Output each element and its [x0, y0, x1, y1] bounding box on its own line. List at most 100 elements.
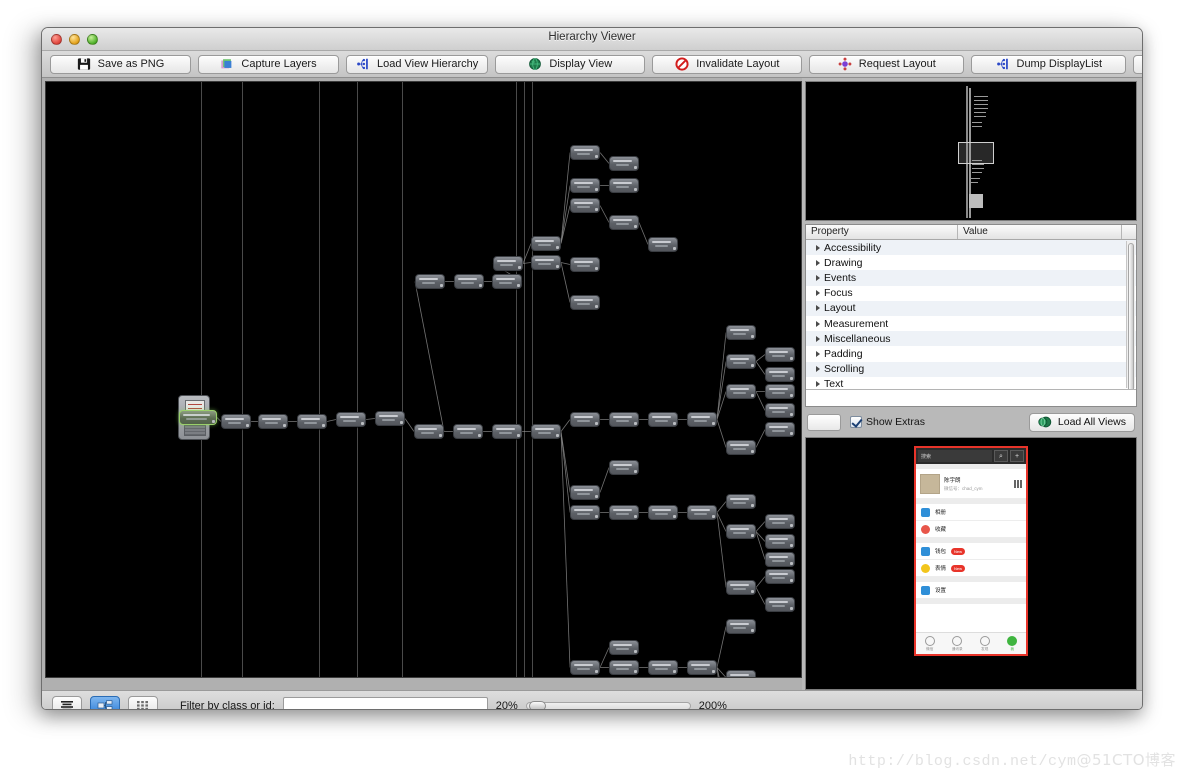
tree-node[interactable] — [726, 494, 756, 509]
tree-node[interactable] — [570, 198, 600, 213]
tree-node[interactable] — [726, 524, 756, 539]
property-row[interactable]: Drawing — [806, 255, 1136, 271]
tree-node[interactable] — [765, 347, 795, 362]
chevron-right-icon[interactable] — [816, 350, 820, 357]
view-hierarchy-canvas[interactable] — [45, 81, 802, 678]
tree-node[interactable] — [531, 236, 561, 251]
property-row[interactable]: Measurement — [806, 315, 1136, 332]
property-rows[interactable]: Accessibility Drawing Events Focus Layout Mea… — [806, 240, 1136, 389]
tree-node[interactable] — [726, 325, 756, 340]
tree-node[interactable] — [765, 384, 795, 399]
preview-tab-bar[interactable]: 微信 通讯录 发现 我 — [916, 632, 1026, 654]
preview-tab[interactable]: 我 — [999, 633, 1027, 654]
tree-node[interactable] — [765, 403, 795, 418]
show-extras-checkbox[interactable] — [850, 416, 862, 428]
tree-node[interactable] — [765, 514, 795, 529]
tree-node[interactable] — [258, 414, 288, 429]
tree-node[interactable] — [570, 505, 600, 520]
tree-node[interactable] — [336, 412, 366, 427]
capture-layers-button[interactable]: Capture Layers — [198, 54, 339, 74]
property-scrollbar[interactable] — [1126, 241, 1135, 389]
tree-node[interactable] — [570, 257, 600, 272]
chevron-right-icon[interactable] — [816, 290, 820, 297]
chevron-right-icon[interactable] — [816, 274, 820, 281]
tree-node[interactable] — [648, 412, 678, 427]
preview-tab[interactable]: 通讯录 — [944, 633, 972, 654]
tree-node[interactable] — [726, 670, 756, 677]
tree-node[interactable] — [765, 569, 795, 584]
magnifier-icon[interactable]: ⌕ — [994, 450, 1008, 462]
preview-menu-item[interactable]: 表情 New — [916, 560, 1026, 577]
chevron-right-icon[interactable] — [816, 305, 820, 312]
preview-menu-item[interactable]: 相册 — [916, 504, 1026, 521]
tree-node-selected[interactable] — [179, 410, 217, 425]
property-row[interactable]: Miscellaneous — [806, 331, 1136, 347]
tree-node[interactable] — [453, 424, 483, 439]
tree-view-icon[interactable] — [90, 696, 120, 709]
tree-node[interactable] — [687, 660, 717, 675]
qr-code-icon[interactable] — [1014, 479, 1022, 488]
preview-search-bar[interactable]: 搜索 ⌕ + — [916, 448, 1026, 464]
tree-node[interactable] — [765, 422, 795, 437]
property-row[interactable]: Layout — [806, 300, 1136, 316]
tree-node[interactable] — [765, 552, 795, 567]
grid-view-icon[interactable] — [128, 696, 158, 709]
tree-node[interactable] — [726, 619, 756, 634]
property-row[interactable]: Text — [806, 376, 1136, 389]
tree-node[interactable] — [492, 424, 522, 439]
tree-node[interactable] — [648, 237, 678, 252]
tree-node[interactable] — [726, 440, 756, 455]
extras-toggle-button[interactable] — [807, 413, 841, 431]
selected-view-preview[interactable]: 搜索 ⌕ + 陈宇朗 微信号：chad_cym 相册 收藏 钱包 New 表情 … — [805, 437, 1137, 690]
display-view-button[interactable]: Display View — [495, 54, 646, 74]
tree-node[interactable] — [687, 505, 717, 520]
tree-node[interactable] — [531, 255, 561, 270]
dump-displaylist-button[interactable]: Dump DisplayList — [971, 54, 1127, 74]
tree-node[interactable] — [726, 354, 756, 369]
tree-node[interactable] — [609, 640, 639, 655]
tree-node[interactable] — [570, 485, 600, 500]
load-view-hierarchy-button[interactable]: Load View Hierarchy — [346, 54, 489, 74]
tree-node[interactable] — [414, 424, 444, 439]
tree-node[interactable] — [687, 412, 717, 427]
chevron-right-icon[interactable] — [816, 320, 820, 327]
load-all-views-button[interactable]: Load All Views — [1028, 412, 1135, 432]
tree-node[interactable] — [726, 384, 756, 399]
invalidate-layout-button[interactable]: Invalidate Layout — [652, 54, 803, 74]
tree-node[interactable] — [765, 534, 795, 549]
tree-node[interactable] — [609, 215, 639, 230]
tree-node[interactable] — [415, 274, 445, 289]
chevron-right-icon[interactable] — [816, 335, 820, 342]
tree-node[interactable] — [609, 660, 639, 675]
tree-node[interactable] — [609, 178, 639, 193]
request-layout-button[interactable]: Request Layout — [809, 54, 965, 74]
property-row[interactable]: Accessibility — [806, 240, 1136, 256]
tree-node[interactable] — [609, 460, 639, 475]
tree-node[interactable] — [570, 660, 600, 675]
tree-node[interactable] — [375, 411, 405, 426]
tree-node[interactable] — [726, 580, 756, 595]
save-as-png-button[interactable]: Save as PNG — [50, 54, 191, 74]
tree-node[interactable] — [570, 178, 600, 193]
tree-node[interactable] — [609, 505, 639, 520]
show-extras-checkbox-row[interactable]: Show Extras — [850, 416, 925, 428]
property-row[interactable]: Events — [806, 270, 1136, 286]
window-titlebar[interactable]: Hierarchy Viewer — [42, 28, 1142, 51]
tree-node[interactable] — [570, 295, 600, 310]
tree-node[interactable] — [297, 414, 327, 429]
property-row[interactable]: Scrolling — [806, 361, 1136, 377]
tree-node[interactable] — [648, 505, 678, 520]
tree-node[interactable] — [609, 412, 639, 427]
tree-node[interactable] — [648, 660, 678, 675]
plus-icon[interactable]: + — [1010, 450, 1024, 462]
tree-node[interactable] — [492, 274, 522, 289]
zoom-slider-knob[interactable] — [528, 701, 546, 709]
hierarchy-overview-thumbnail[interactable] — [805, 81, 1137, 221]
preview-tab[interactable]: 发现 — [971, 633, 999, 654]
property-row[interactable]: Padding — [806, 346, 1136, 362]
preview-menu-item[interactable]: 钱包 New — [916, 543, 1026, 560]
tree-node[interactable] — [531, 424, 561, 439]
tree-node[interactable] — [570, 145, 600, 160]
chevron-right-icon[interactable] — [816, 259, 820, 266]
tree-node[interactable] — [765, 367, 795, 382]
